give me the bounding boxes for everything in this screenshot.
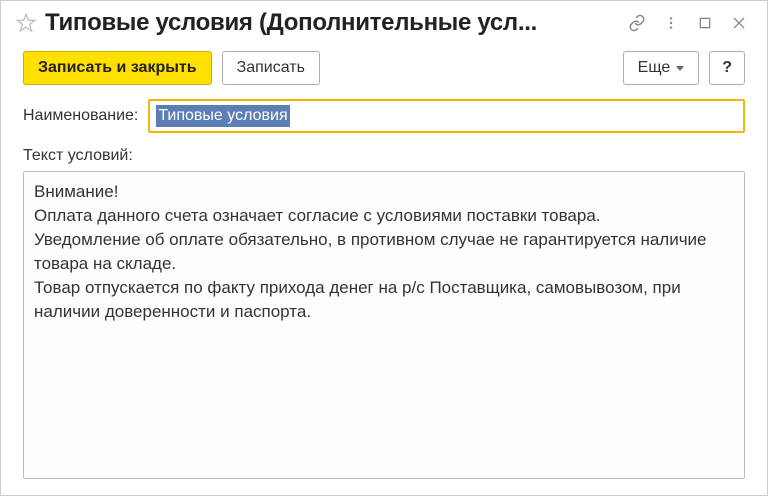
name-input-selection: Типовые условия	[156, 105, 289, 127]
more-button-label: Еще	[638, 58, 671, 78]
save-button[interactable]: Записать	[222, 51, 320, 85]
kebab-menu-icon[interactable]	[661, 13, 681, 33]
favorite-star-icon[interactable]	[15, 12, 37, 34]
chevron-down-icon	[676, 66, 684, 71]
name-label: Наименование:	[23, 107, 138, 125]
conditions-text-label: Текст условий:	[23, 147, 745, 165]
maximize-icon[interactable]	[695, 13, 715, 33]
titlebar-actions	[627, 13, 753, 33]
window-title: Типовые условия (Дополнительные усл...	[45, 9, 619, 37]
name-input[interactable]: Типовые условия	[148, 99, 745, 133]
more-button[interactable]: Еще	[623, 51, 700, 85]
close-icon[interactable]	[729, 13, 749, 33]
save-and-close-button[interactable]: Записать и закрыть	[23, 51, 212, 85]
name-row: Наименование: Типовые условия	[23, 99, 745, 133]
conditions-text-area[interactable]: Внимание! Оплата данного счета означает …	[23, 171, 745, 479]
titlebar: Типовые условия (Дополнительные усл...	[1, 1, 767, 43]
toolbar: Записать и закрыть Записать Еще ?	[1, 43, 767, 95]
dialog-window: Типовые условия (Дополнительные усл...	[0, 0, 768, 496]
form-area: Наименование: Типовые условия Текст усло…	[1, 95, 767, 495]
help-button[interactable]: ?	[709, 51, 745, 85]
link-icon[interactable]	[627, 13, 647, 33]
